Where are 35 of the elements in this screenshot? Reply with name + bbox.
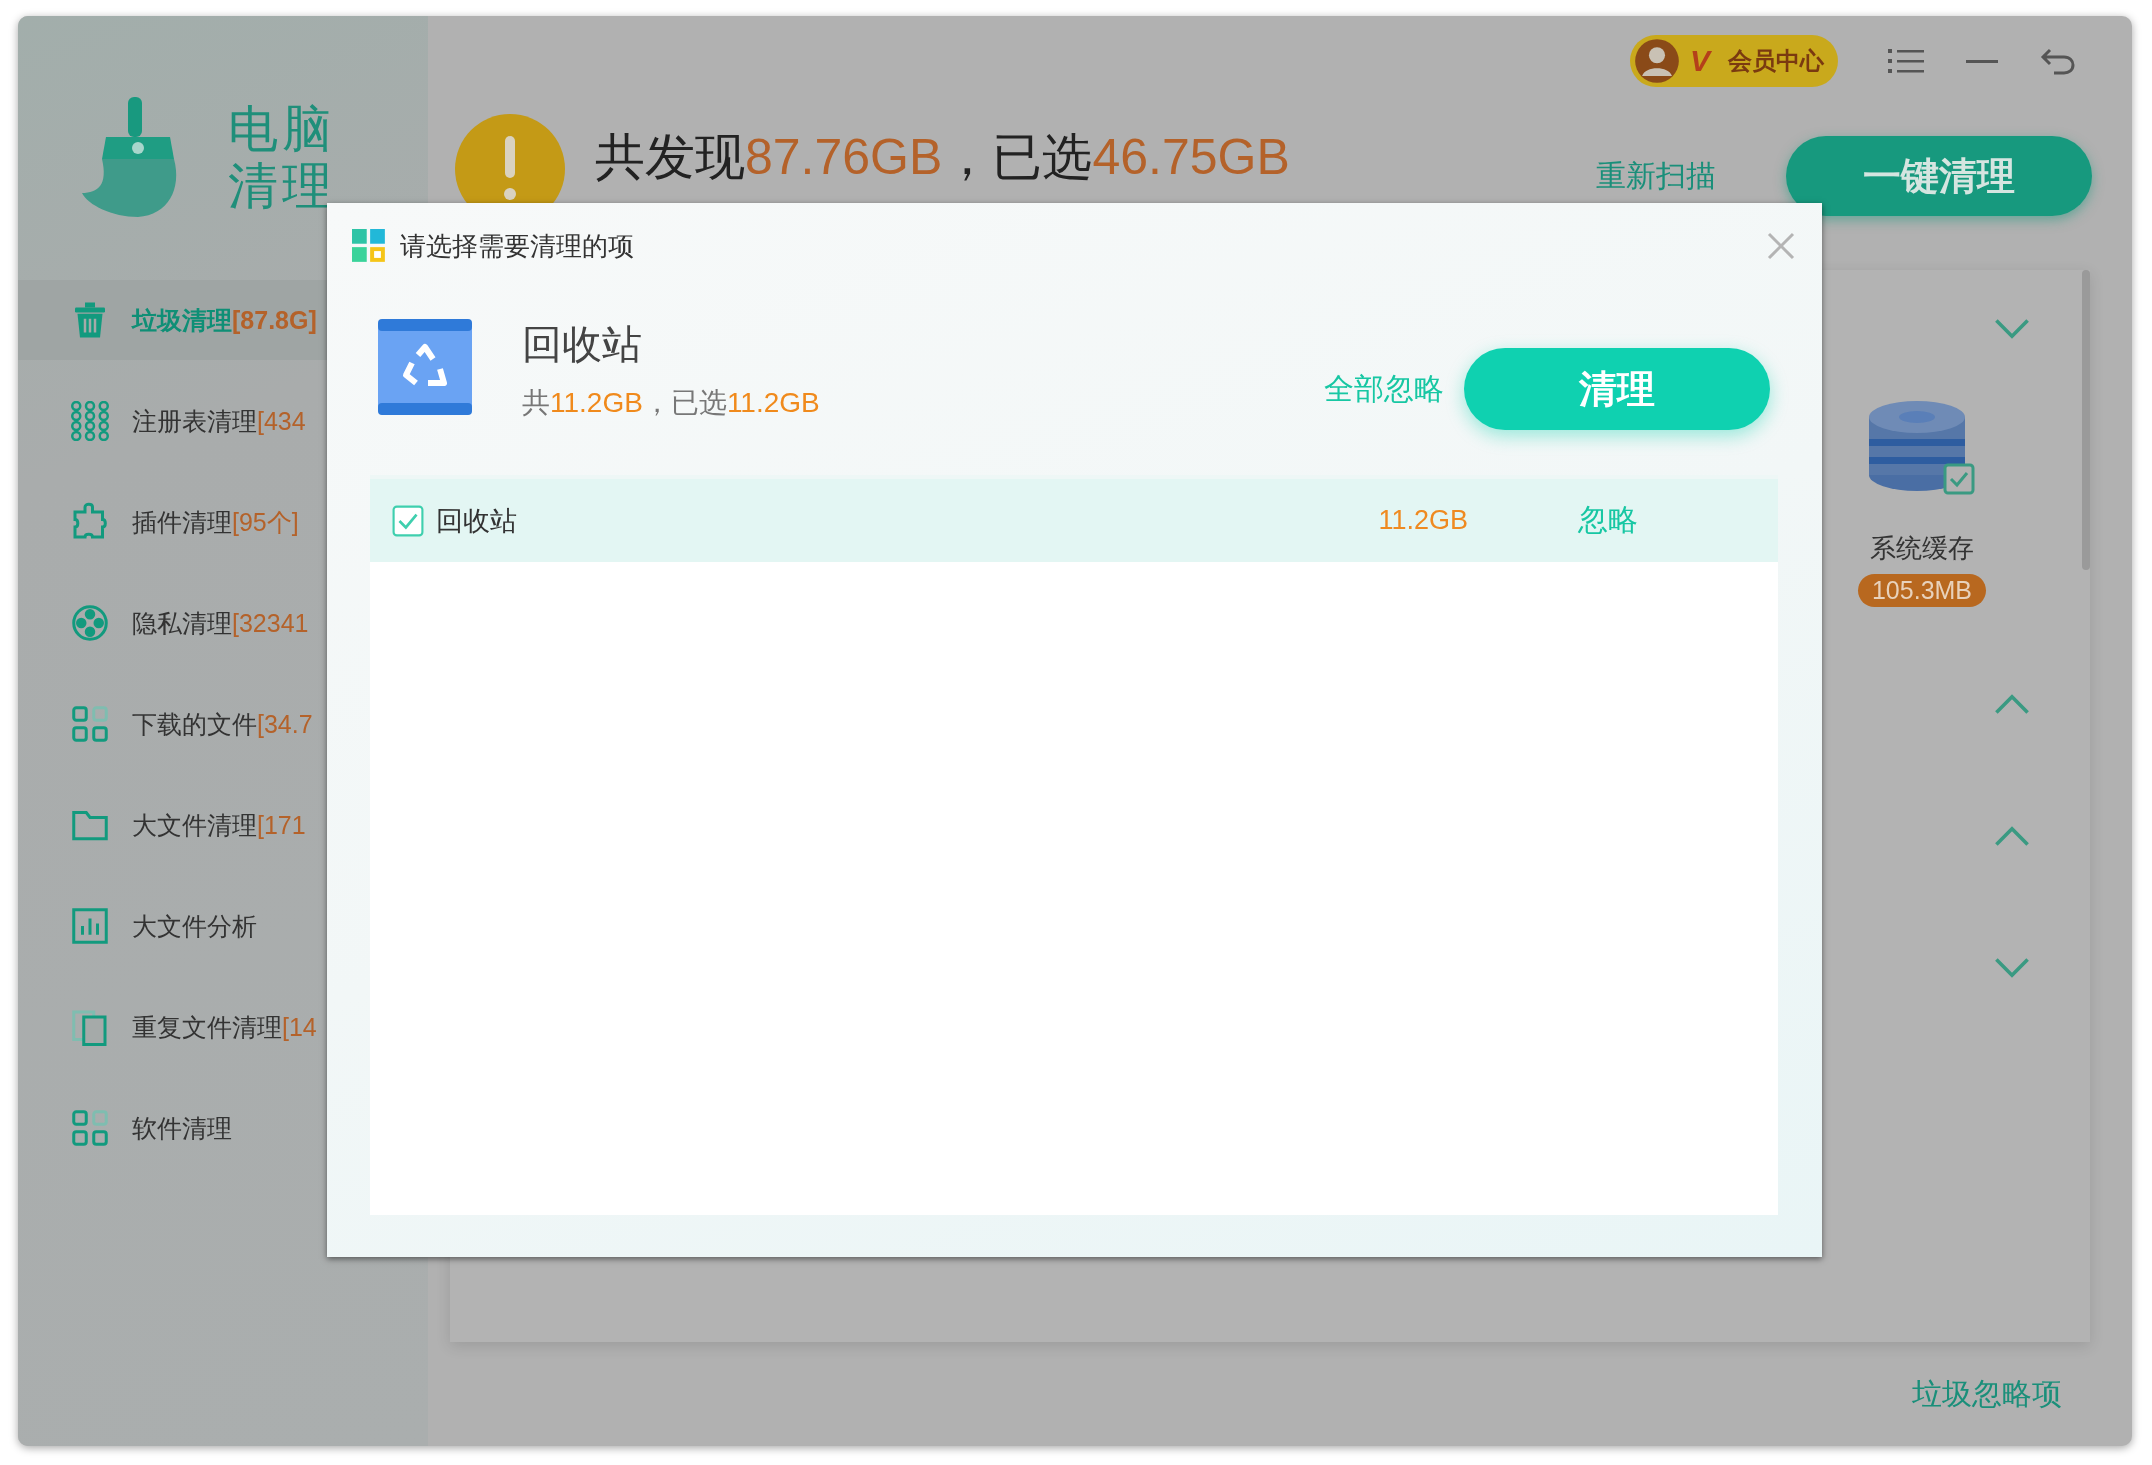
- sidebar-item[interactable]: 软件清理: [18, 1088, 428, 1168]
- sidebar-item[interactable]: 大文件清理[171: [18, 785, 428, 865]
- chevron-up-icon[interactable]: [1994, 693, 2030, 715]
- film-reel-icon: [70, 603, 110, 643]
- list-row[interactable]: 回收站 11.2GB 忽略: [370, 479, 1778, 562]
- member-center-button[interactable]: V 会员中心: [1630, 35, 1838, 87]
- app-logo-text: 电脑: [228, 100, 336, 158]
- menu-icon[interactable]: [1888, 46, 1924, 76]
- scan-summary: 共发现87.76GB，已选46.75GB: [595, 128, 1290, 187]
- app-grid-icon: [352, 229, 386, 263]
- sidebar-item[interactable]: 重复文件清理[14: [18, 987, 428, 1067]
- grid-icon: [70, 1108, 110, 1148]
- category-title: 回收站: [522, 320, 643, 368]
- app-logo-text: 清理: [228, 158, 336, 216]
- chevron-down-icon[interactable]: [1994, 957, 2030, 979]
- dot-grid-icon: [70, 401, 110, 441]
- cache-label: 系统缓存: [1870, 532, 1974, 565]
- grid-icon: [70, 704, 110, 744]
- scrollbar-thumb[interactable]: [2082, 270, 2090, 570]
- chevron-down-icon[interactable]: [1994, 318, 2030, 340]
- sidebar-item[interactable]: 大文件分析: [18, 886, 428, 966]
- checkbox[interactable]: [392, 504, 424, 537]
- item-name: 回收站: [436, 504, 517, 538]
- chevron-up-icon[interactable]: [1994, 825, 2030, 847]
- dialog-title: 请选择需要清理的项: [400, 229, 634, 263]
- sidebar-item[interactable]: 隐私清理[32341: [18, 583, 428, 663]
- back-icon[interactable]: [2040, 46, 2076, 76]
- avatar-icon: [1634, 38, 1680, 84]
- sidebar-item[interactable]: 下载的文件[34.7: [18, 684, 428, 764]
- sidebar-item[interactable]: 注册表清理[434: [18, 381, 428, 461]
- close-icon[interactable]: [1766, 231, 1796, 261]
- bar-chart-icon: [70, 906, 110, 946]
- category-summary: 共11.2GB，已选11.2GB: [522, 385, 820, 420]
- size-badge: 105.3MB: [1857, 574, 1987, 607]
- item-size: 11.2GB: [1378, 505, 1468, 536]
